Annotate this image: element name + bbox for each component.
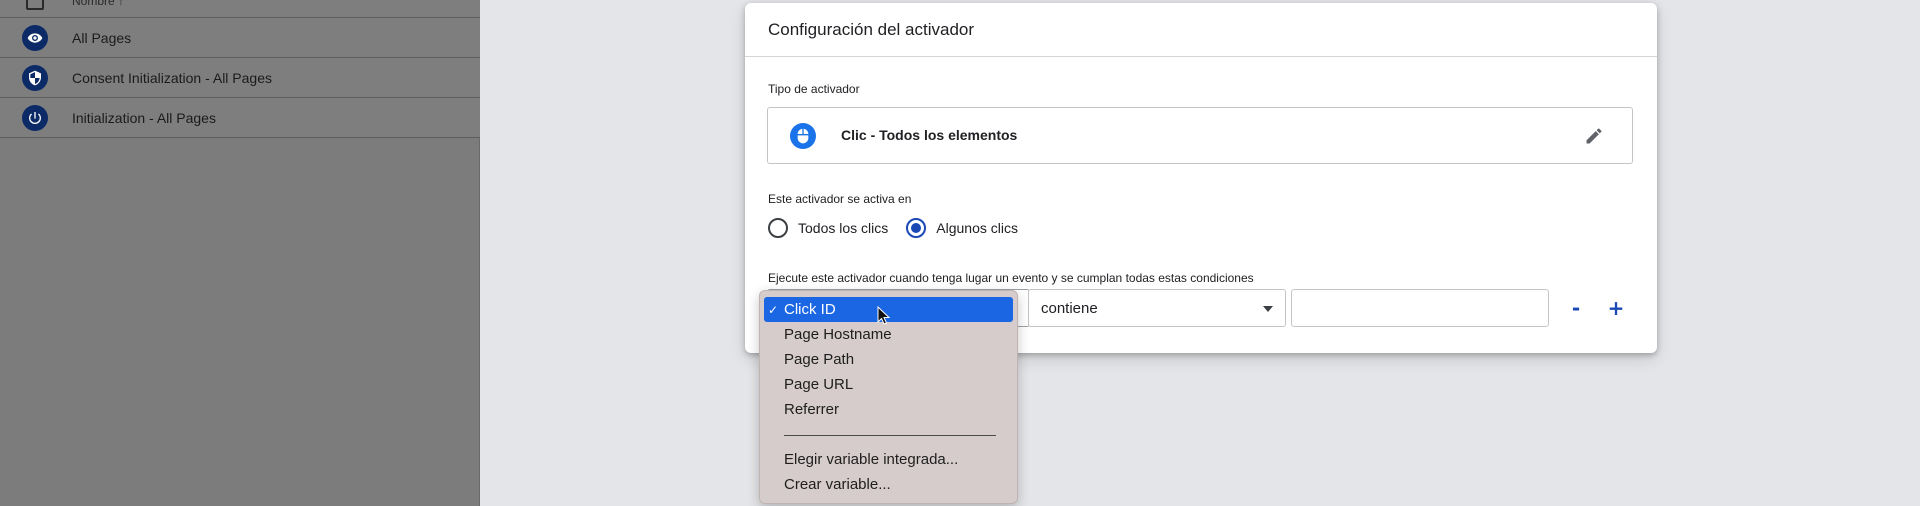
list-item[interactable]: Consent Initialization - All Pages xyxy=(0,58,480,98)
select-all-checkbox[interactable] xyxy=(26,0,44,10)
caret-down-icon xyxy=(1263,306,1273,312)
name-column-header[interactable]: Nombre ↑ xyxy=(72,0,124,8)
fires-on-radio-group: Todos los clics Algunos clics xyxy=(768,218,1036,238)
dropdown-separator xyxy=(764,422,1013,447)
list-item-label: Consent Initialization - All Pages xyxy=(72,69,272,86)
condition-operator-select[interactable]: contiene xyxy=(1028,289,1286,327)
list-item-label: Initialization - All Pages xyxy=(72,109,216,126)
list-header-row[interactable]: Nombre ↑ xyxy=(0,0,480,18)
mouse-pointer-icon xyxy=(877,306,891,325)
add-condition-button[interactable]: + xyxy=(1603,295,1629,321)
shield-icon xyxy=(22,64,48,91)
radio-label: Todos los clics xyxy=(798,220,889,236)
option-label: Page Hostname xyxy=(784,326,892,343)
option-label: Click ID xyxy=(784,301,836,318)
mouse-icon xyxy=(790,123,816,149)
option-label: Referrer xyxy=(784,401,840,418)
option-label: Page URL xyxy=(784,376,854,393)
option-label: Crear variable... xyxy=(784,476,891,493)
dialog-title: Configuración del activador xyxy=(768,19,975,39)
tag-list: Nombre ↑ All Pages Consent Initializatio… xyxy=(0,0,480,138)
condition-value-input[interactable] xyxy=(1291,289,1549,327)
dropdown-option-page-url[interactable]: Page URL xyxy=(764,372,1013,397)
dropdown-option-referrer[interactable]: Referrer xyxy=(764,397,1013,422)
conditions-label: Ejecute este activador cuando tenga luga… xyxy=(768,271,1254,285)
checkmark-icon: ✓ xyxy=(768,302,779,317)
tag-list-panel: Nombre ↑ All Pages Consent Initializatio… xyxy=(0,0,480,506)
radio-label: Algunos clics xyxy=(936,220,1018,236)
pencil-icon[interactable] xyxy=(1582,124,1606,148)
radio-all-clicks[interactable]: Todos los clics xyxy=(768,218,888,238)
option-label: Elegir variable integrada... xyxy=(784,451,959,468)
trigger-type-card[interactable]: Clic - Todos los elementos xyxy=(767,107,1633,164)
dialog-header: Configuración del activador xyxy=(745,3,1657,57)
radio-some-clicks[interactable]: Algunos clics xyxy=(906,218,1018,238)
trigger-type-name: Clic - Todos los elementos xyxy=(841,127,1018,143)
dropdown-option-choose-builtin[interactable]: Elegir variable integrada... xyxy=(764,447,1013,472)
radio-button[interactable] xyxy=(906,218,927,238)
option-label: Page Path xyxy=(784,351,855,368)
list-item[interactable]: Initialization - All Pages xyxy=(0,98,480,138)
list-item[interactable]: All Pages xyxy=(0,18,480,58)
trigger-type-label: Tipo de activador xyxy=(768,82,860,96)
operator-value: contiene xyxy=(1041,299,1098,317)
list-item-label: All Pages xyxy=(72,29,132,46)
fires-on-label: Este activador se activa en xyxy=(768,192,912,206)
power-icon xyxy=(22,104,48,131)
remove-condition-button[interactable]: - xyxy=(1563,295,1589,321)
radio-button[interactable] xyxy=(768,218,788,238)
dropdown-option-page-path[interactable]: Page Path xyxy=(764,347,1013,372)
eye-icon xyxy=(22,24,48,51)
dropdown-option-create-variable[interactable]: Crear variable... xyxy=(764,472,1013,497)
